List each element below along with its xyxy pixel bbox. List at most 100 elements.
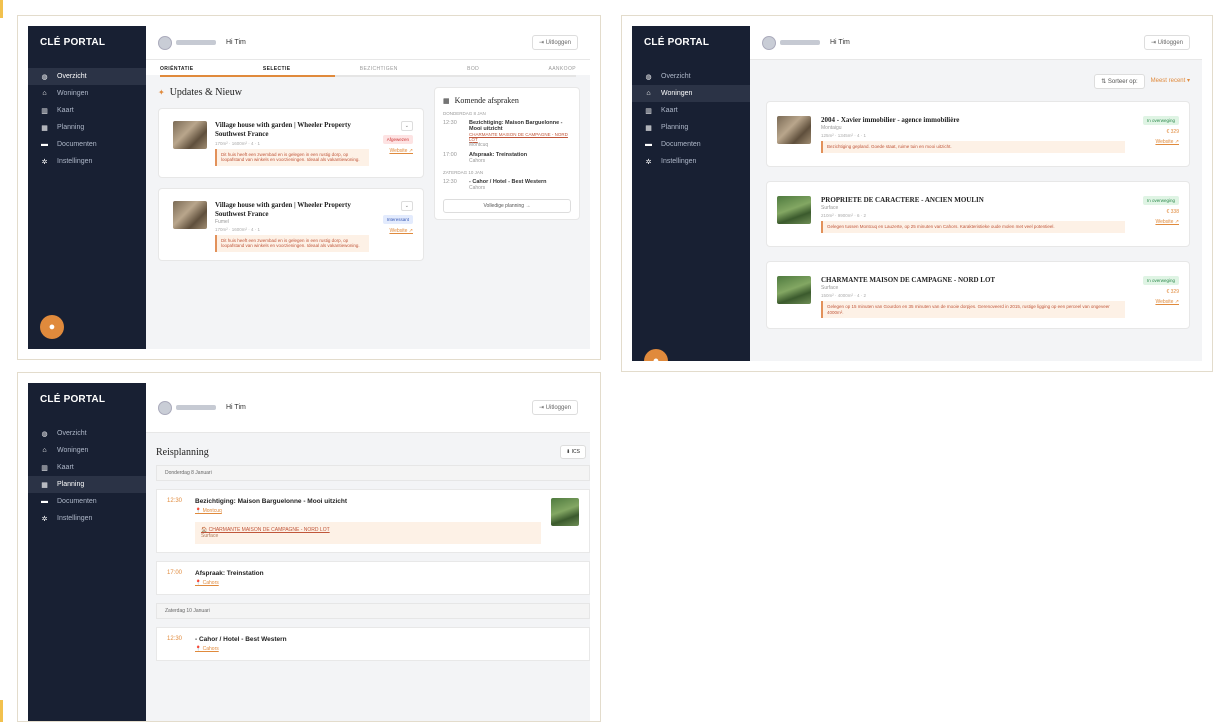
website-link[interactable]: Website ↗ bbox=[389, 148, 413, 154]
gauge-icon: ◍ bbox=[41, 73, 48, 81]
folder-icon: ▬ bbox=[645, 141, 652, 148]
sidebar-item-kaart[interactable]: ▥ Kaart bbox=[28, 459, 146, 476]
updates-column: ✦ Updates & Nieuw Village house with gard… bbox=[158, 87, 424, 349]
sidebar-item-label: Planning bbox=[57, 481, 85, 488]
planning-time: 12:30 bbox=[167, 498, 183, 504]
journey-progress bbox=[160, 75, 576, 77]
sidebar-item-planning[interactable]: ▦ Planning bbox=[632, 119, 750, 136]
status-badge: In overweging bbox=[1142, 276, 1179, 285]
sidebar-item-overzicht[interactable]: ◍ Overzicht bbox=[632, 68, 750, 85]
sidebar-item-instellingen[interactable]: ✲ Instellingen bbox=[28, 153, 146, 170]
logout-button[interactable]: ⇥ Uitloggen bbox=[531, 400, 578, 415]
planning-item[interactable]: 17:00 Afspraak: Treinstation 📍 Cahors bbox=[156, 561, 590, 595]
sidebar-nav: ◍ Overzicht ⌂ Woningen ▥ Kaart ▦ Planning ▬ Docum… bbox=[28, 425, 146, 527]
planning-location-link[interactable]: 📍 Cahors bbox=[195, 646, 579, 652]
appointment-time: 12:30 bbox=[443, 179, 457, 185]
property-photo bbox=[173, 201, 207, 229]
sidebar-item-woningen[interactable]: ⌂ Woningen bbox=[632, 85, 750, 102]
sidebar-item-label: Overzicht bbox=[57, 430, 87, 437]
planning-location-link[interactable]: 📍 Cahors bbox=[195, 580, 579, 586]
sidebar-item-planning[interactable]: ▦ Planning bbox=[28, 476, 146, 493]
planning-title: - Cahor / Hotel - Best Western bbox=[195, 636, 287, 643]
website-link[interactable]: Website ↗ bbox=[1155, 139, 1179, 145]
planning-item[interactable]: 12:30 - Cahor / Hotel - Best Western 📍 Cah… bbox=[156, 627, 590, 661]
appointment-time: 17:00 bbox=[443, 152, 457, 158]
sparkle-icon: ✦ bbox=[158, 88, 165, 97]
property-photo bbox=[777, 196, 811, 224]
full-planning-button[interactable]: Volledige planning → bbox=[443, 199, 571, 213]
accent-marker bbox=[0, 700, 3, 722]
update-card[interactable]: Village house with garden | Wheeler Prop… bbox=[158, 108, 424, 178]
website-link[interactable]: Website ↗ bbox=[389, 228, 413, 234]
appointment-item[interactable]: 12:30- Cahor / Hotel - Best Western Cahor… bbox=[443, 179, 571, 191]
website-link[interactable]: Website ↗ bbox=[1155, 219, 1179, 225]
logout-button[interactable]: ⇥ Uitloggen bbox=[531, 35, 578, 50]
calendar-icon: ▦ bbox=[41, 481, 48, 489]
sidebar-item-documenten[interactable]: ▬ Documenten bbox=[28, 493, 146, 510]
planning-location-link[interactable]: 📍 Montcuq bbox=[195, 508, 541, 514]
sidebar-item-woningen[interactable]: ⌂ Woningen bbox=[28, 442, 146, 459]
sidebar: CLÉ PORTAL ◍ Overzicht ⌂ Woningen ▥ Kaart ▦ Pla… bbox=[632, 26, 750, 361]
logout-button[interactable]: ⇥ Uitloggen bbox=[1143, 35, 1190, 50]
sidebar: CLÉ PORTAL ◍ Overzicht ⌂ Woningen ▥ Kaart ▦ Pla… bbox=[28, 26, 146, 349]
sidebar-item-kaart[interactable]: ▥ Kaart bbox=[28, 102, 146, 119]
sidebar-item-overzicht[interactable]: ◍ Overzicht bbox=[28, 68, 146, 85]
appointment-place: Cahors bbox=[469, 185, 486, 191]
property-title[interactable]: Village house with garden | Wheeler Prop… bbox=[215, 121, 369, 139]
company-logo bbox=[158, 35, 216, 50]
status-badge: In overweging bbox=[1142, 116, 1179, 125]
planning-title: Afspraak: Treinstation bbox=[195, 570, 264, 577]
main-content: Hi Tim ⇥ Uitloggen ORIËNTATIE SELECTIE BEZ… bbox=[146, 26, 590, 349]
appointment-title: Bezichtiging: Maison Barguelonne - Mooi … bbox=[469, 120, 563, 132]
property-photo bbox=[777, 116, 811, 144]
planning-item[interactable]: 12:30 Bezichtiging: Maison Barguelonne - … bbox=[156, 489, 590, 553]
property-card[interactable]: CHARMANTE MAISON DE CAMPAGNE - NORD LOT S… bbox=[766, 261, 1190, 330]
property-card[interactable]: 2004 - Xavier immobilier - agence immobi… bbox=[766, 101, 1190, 167]
appointment-item[interactable]: 12:30 Bezichtiging: Maison Barguelonne - … bbox=[443, 120, 571, 148]
appointments-title: Komende afspraken bbox=[454, 96, 519, 105]
appointment-property-link[interactable]: CHARMANTE MAISON DE CAMPAGNE - NORD LOT bbox=[469, 132, 571, 142]
home-icon: ⌂ bbox=[42, 447, 47, 454]
property-title[interactable]: CHARMANTE MAISON DE CAMPAGNE - NORD LOT bbox=[821, 276, 1125, 285]
chat-button[interactable]: ● bbox=[644, 349, 668, 361]
journey-steps: ORIËNTATIE SELECTIE BEZICHTIGEN BOD AANKOOP bbox=[146, 60, 590, 75]
app-window: CLÉ PORTAL ◍ Overzicht ⌂ Woningen ▥ Kaart ▦ Pla… bbox=[632, 26, 1202, 361]
property-title[interactable]: PROPRIETE DE CARACTERE - ANCIEN MOULIN bbox=[821, 196, 1125, 205]
property-note: Gelegen op 15 minuten van Gourdon en 35 … bbox=[821, 300, 1125, 319]
property-title[interactable]: Village house with garden | Wheeler Prop… bbox=[215, 201, 369, 219]
sidebar-item-instellingen[interactable]: ✲ Instellingen bbox=[28, 510, 146, 527]
accent-marker bbox=[0, 0, 3, 18]
website-link[interactable]: Website ↗ bbox=[1155, 299, 1179, 305]
update-card[interactable]: Village house with garden | Wheeler Prop… bbox=[158, 188, 424, 262]
ics-download-button[interactable]: ⬇ ICS bbox=[560, 445, 586, 459]
more-options-icon[interactable]: ⌄ bbox=[400, 121, 413, 131]
status-badge: Afgewezen bbox=[382, 135, 413, 144]
page-title: Reisplanning bbox=[156, 446, 209, 458]
sort-select[interactable]: Meest recent ▾ bbox=[1151, 74, 1190, 89]
property-meta: 170m² · 1600m² · 4 · 1 bbox=[215, 140, 261, 146]
appointment-time: 12:30 bbox=[443, 120, 457, 126]
sidebar-item-planning[interactable]: ▦ Planning bbox=[28, 119, 146, 136]
sidebar-item-documenten[interactable]: ▬ Documenten bbox=[632, 136, 750, 153]
folder-icon: ▬ bbox=[41, 141, 48, 148]
journey-step: AANKOOP bbox=[548, 66, 576, 72]
screenshot-woningen: CLÉ PORTAL ◍ Overzicht ⌂ Woningen ▥ Kaart ▦ Pla… bbox=[621, 15, 1213, 372]
sidebar-item-overzicht[interactable]: ◍ Overzicht bbox=[28, 425, 146, 442]
sidebar-item-woningen[interactable]: ⌂ Woningen bbox=[28, 85, 146, 102]
sidebar-item-documenten[interactable]: ▬ Documenten bbox=[28, 136, 146, 153]
property-title[interactable]: 2004 - Xavier immobilier - agence immobi… bbox=[821, 116, 1125, 125]
brand-logo: CLÉ PORTAL bbox=[644, 37, 710, 48]
more-options-icon[interactable]: ⌄ bbox=[400, 201, 413, 211]
journey-progress-fill bbox=[160, 75, 335, 77]
sidebar-item-kaart[interactable]: ▥ Kaart bbox=[632, 102, 750, 119]
property-card[interactable]: PROPRIETE DE CARACTERE - ANCIEN MOULIN Su… bbox=[766, 181, 1190, 247]
appointment-item[interactable]: 17:00 Afspraak: Treinstation Cahors bbox=[443, 152, 571, 164]
sidebar-item-instellingen[interactable]: ✲ Instellingen bbox=[632, 153, 750, 170]
property-note: Gelegen tussen Montcuq en Lauzerte, op 2… bbox=[821, 220, 1125, 233]
chat-button[interactable]: ● bbox=[40, 315, 64, 339]
appointment-day: DONDERDAG 8 JAN bbox=[443, 111, 486, 116]
linked-property[interactable]: 🏠 CHARMANTE MAISON DE CAMPAGNE - NORD LO… bbox=[195, 522, 541, 544]
topbar: Hi Tim ⇥ Uitloggen bbox=[750, 26, 1202, 60]
screenshot-overview: CLÉ PORTAL ◍ Overzicht ⌂ Woningen ▥ Kaart ▦ Pla… bbox=[17, 15, 601, 360]
sort-label: ⇅ Sorteer op: bbox=[1094, 74, 1145, 89]
